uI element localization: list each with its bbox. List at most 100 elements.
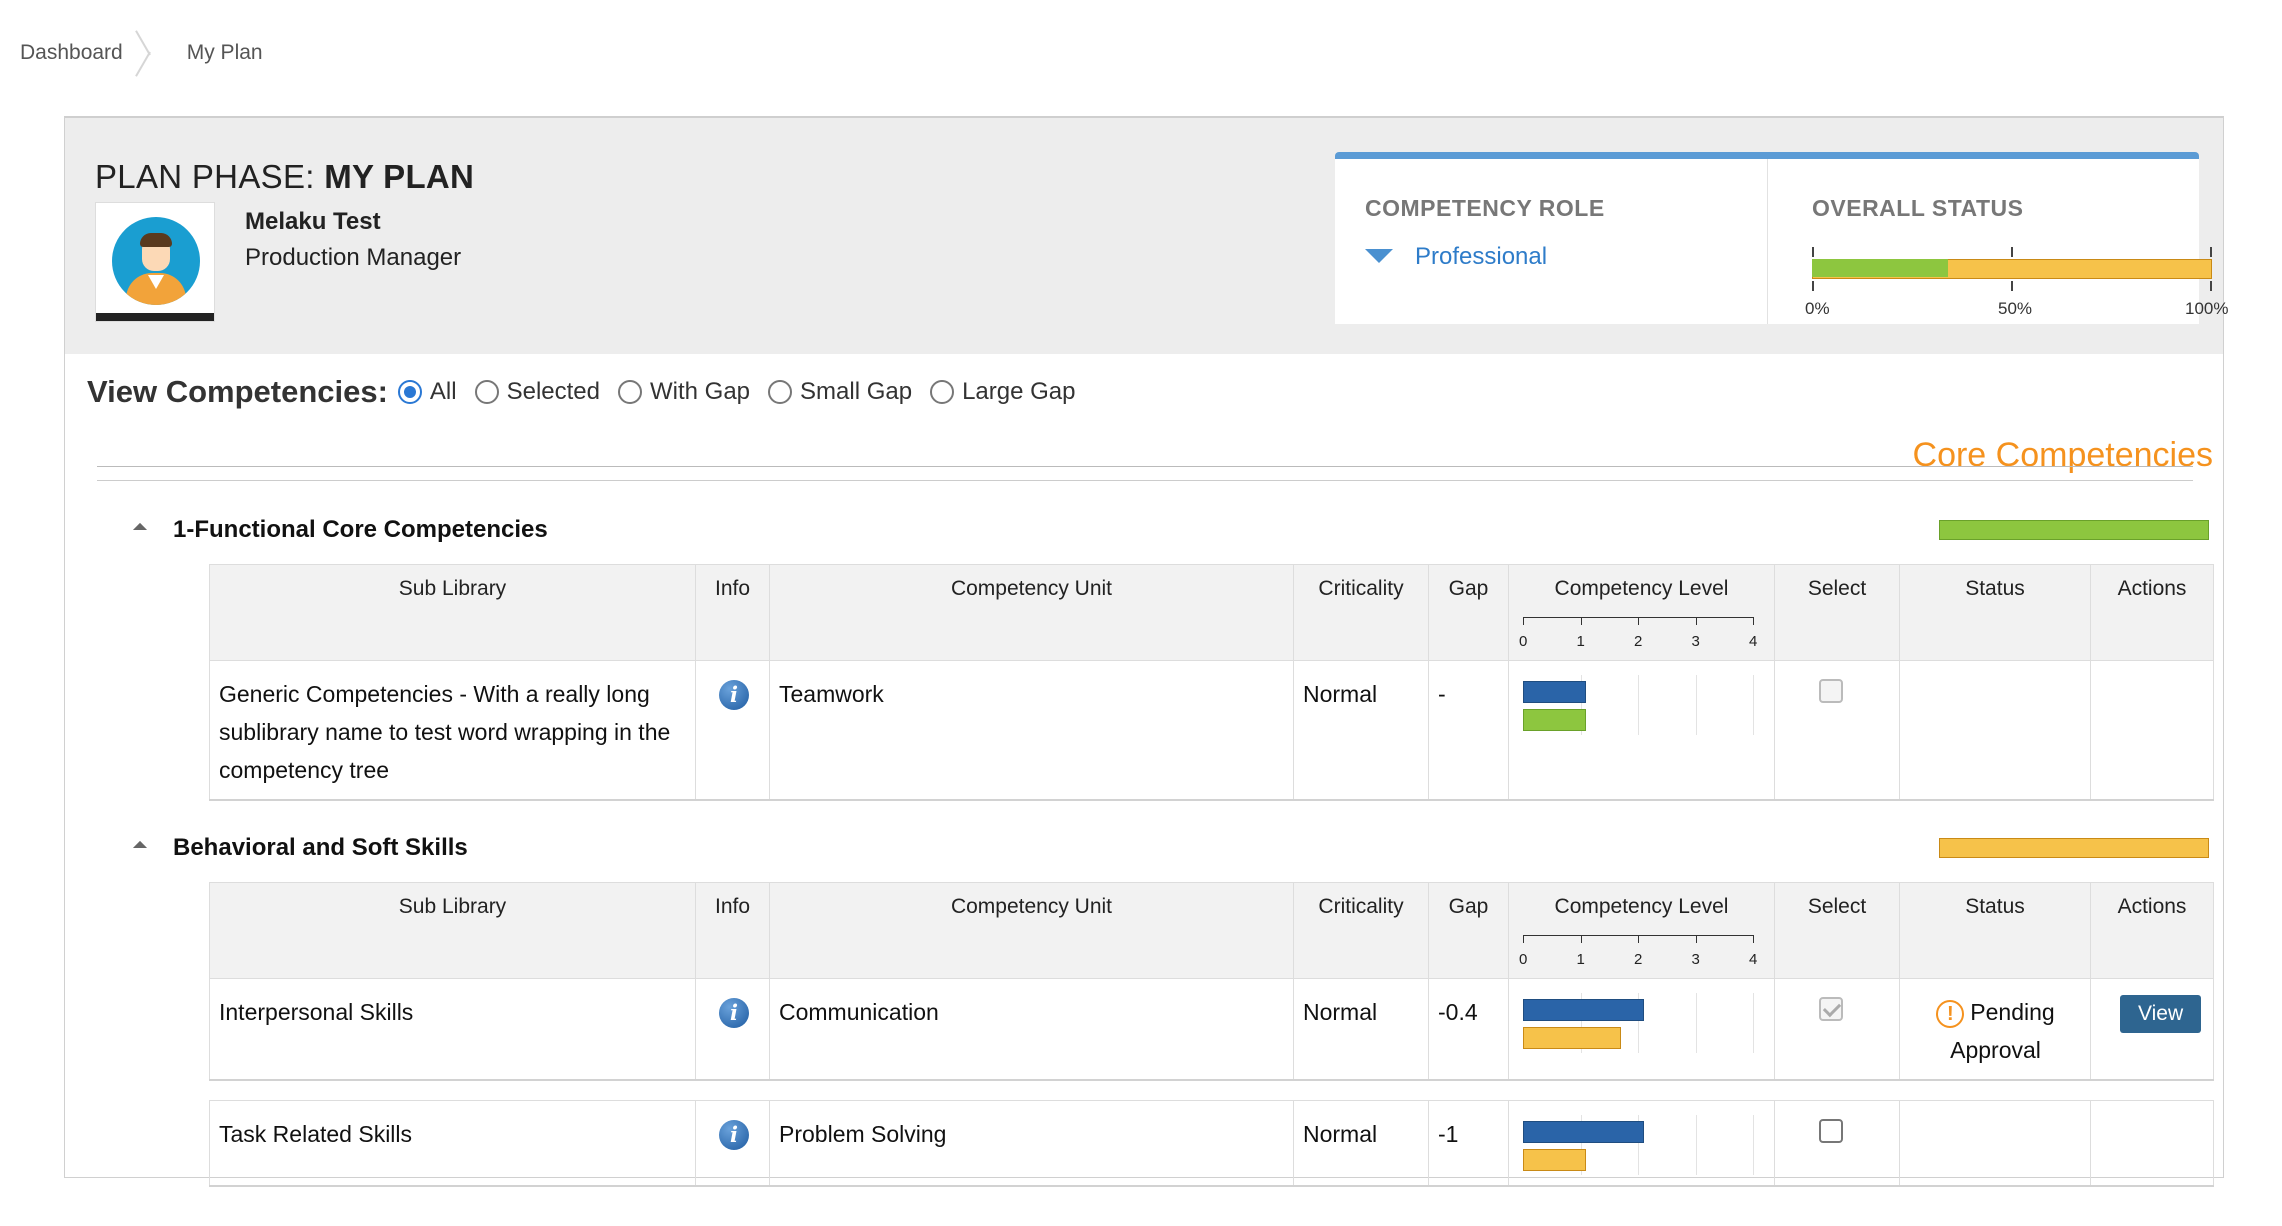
select-checkbox[interactable] [1819, 679, 1843, 703]
info-icon[interactable]: i [719, 998, 749, 1028]
table-row: Task Related Skills i Problem Solving No… [209, 1099, 2214, 1187]
select-checkbox[interactable] [1819, 997, 1843, 1021]
scale-tick [1638, 617, 1639, 625]
gridline [1753, 675, 1754, 735]
status-text: Pending Approval [1950, 999, 2055, 1063]
card-divider [1767, 159, 1768, 324]
col-select: Select [1774, 564, 1900, 661]
section-title: 1-Functional Core Competencies [173, 516, 548, 543]
overall-status-bar [1812, 247, 2212, 291]
col-actions: Actions [2090, 882, 2214, 979]
scale-tick [1638, 935, 1639, 943]
scale-tick-label: 1 [1576, 951, 1585, 968]
level-scale: 0 1 2 3 4 [1519, 617, 1757, 650]
col-competency-level: Competency Level 01234 [1508, 882, 1775, 979]
scale-tick [1753, 617, 1754, 625]
col-competency-level: Competency Level 01234 [1508, 564, 1775, 661]
scale-tick-label: 4 [1749, 951, 1758, 968]
col-info: Info [695, 882, 770, 979]
col-select: Select [1774, 882, 1900, 979]
col-gap: Gap [1428, 882, 1509, 979]
gap-cell: -0.4 [1428, 978, 1509, 1081]
col-sub-library: Sub Library [209, 882, 696, 979]
gridline [1695, 675, 1697, 735]
current-level-bar [1523, 681, 1587, 703]
breadcrumb-dashboard-link[interactable]: Dashboard [0, 41, 143, 65]
scale-tick-label: 2 [1634, 951, 1643, 968]
user-name: Melaku Test [245, 208, 381, 235]
caret-down-icon[interactable] [1365, 249, 1393, 263]
status-cell: ! Pending Approval [1899, 978, 2091, 1081]
sub-library-cell: Generic Competencies - With a really lon… [209, 660, 696, 801]
col-gap: Gap [1428, 564, 1509, 661]
competency-unit-cell: Problem Solving [769, 1099, 1294, 1187]
info-icon[interactable]: i [719, 680, 749, 710]
radio-selected-icon[interactable] [397, 380, 422, 404]
core-competencies-title: Core Competencies [1912, 436, 2213, 474]
radio-icon[interactable] [930, 380, 955, 404]
section-status-bar [1939, 520, 2209, 540]
level-bars [1518, 1114, 1766, 1175]
col-info: Info [695, 564, 770, 661]
col-sub-library: Sub Library [209, 564, 696, 661]
view-competencies-label: View Competencies: [87, 374, 388, 409]
gap-cell: - [1428, 660, 1509, 801]
filter-small-gap[interactable]: Small Gap [768, 378, 912, 406]
competency-role-label: COMPETENCY ROLE [1365, 195, 1605, 221]
actions-cell [2090, 660, 2214, 801]
scale-tick-label: 0 [1519, 951, 1528, 968]
scale-tick [1523, 935, 1524, 943]
plan-phase-label: PLAN PHASE: [95, 158, 315, 195]
competency-unit-cell: Teamwork [769, 660, 1294, 801]
level-bars [1518, 675, 1766, 735]
overall-status-fill [1812, 259, 1948, 277]
info-icon[interactable]: i [719, 1119, 749, 1150]
radio-icon[interactable] [474, 380, 499, 404]
required-level-bar [1523, 1027, 1621, 1049]
sub-library-cell: Interpersonal Skills [209, 978, 696, 1081]
overall-status-label: OVERALL STATUS [1812, 195, 2024, 221]
level-scale: 0 1 2 3 4 [1519, 935, 1757, 968]
competency-unit-cell: Communication [769, 978, 1294, 1081]
current-level-bar [1523, 1120, 1644, 1143]
filter-large-gap[interactable]: Large Gap [930, 378, 1076, 406]
plan-header: PLAN PHASE: MY PLAN Melaku Test Producti… [65, 118, 2228, 354]
criticality-cell: Normal [1293, 660, 1429, 801]
competency-role-link[interactable]: Professional [1415, 243, 1547, 271]
section-behavioral-header[interactable]: Behavioral and Soft Skills [132, 828, 468, 868]
scale-tick-label: 0 [1519, 633, 1528, 650]
collapse-caret-icon[interactable] [132, 840, 148, 856]
criticality-cell: Normal [1293, 1099, 1429, 1187]
competency-table: Sub Library Info Competency Unit Critica… [209, 882, 2214, 1187]
filter-with-gap[interactable]: With Gap [618, 378, 750, 406]
scale-tick-label: 3 [1691, 951, 1700, 968]
warning-icon: ! [1936, 999, 1965, 1028]
radio-icon[interactable] [768, 380, 793, 404]
radio-icon[interactable] [618, 380, 642, 404]
user-avatar-icon [95, 202, 215, 322]
gridline [1753, 993, 1754, 1053]
overall-tick-50: 50% [1998, 299, 2033, 318]
view-button[interactable]: View [2120, 995, 2202, 1033]
scale-tick [1753, 935, 1754, 943]
collapse-caret-icon[interactable] [132, 522, 148, 538]
section-title: Behavioral and Soft Skills [173, 834, 468, 861]
table-header-row: Sub Library Info Competency Unit Critica… [209, 882, 2214, 979]
filter-all[interactable]: All [397, 378, 457, 406]
section-functional-core-header[interactable]: 1-Functional Core Competencies [132, 510, 548, 550]
col-actions: Actions [2090, 564, 2214, 661]
view-competencies-filter: View Competencies: All Selected With Gap… [87, 370, 1094, 414]
scale-tick [1580, 935, 1582, 943]
filter-selected[interactable]: Selected [474, 378, 600, 406]
scale-tick [1523, 617, 1524, 625]
scale-tick-label: 4 [1749, 633, 1758, 650]
page-title: PLAN PHASE: MY PLAN [95, 158, 474, 196]
select-checkbox[interactable] [1819, 1118, 1843, 1143]
col-competency-unit: Competency Unit [769, 564, 1294, 661]
table-header-row: Sub Library Info Competency Unit Critica… [209, 564, 2214, 661]
required-level-bar [1523, 1148, 1587, 1171]
scale-tick [1695, 617, 1697, 625]
table-row: Interpersonal Skills i Communication Nor… [209, 978, 2214, 1081]
gridline [1753, 1114, 1754, 1175]
role-status-card: COMPETENCY ROLE Professional OVERALL STA… [1335, 152, 2228, 324]
